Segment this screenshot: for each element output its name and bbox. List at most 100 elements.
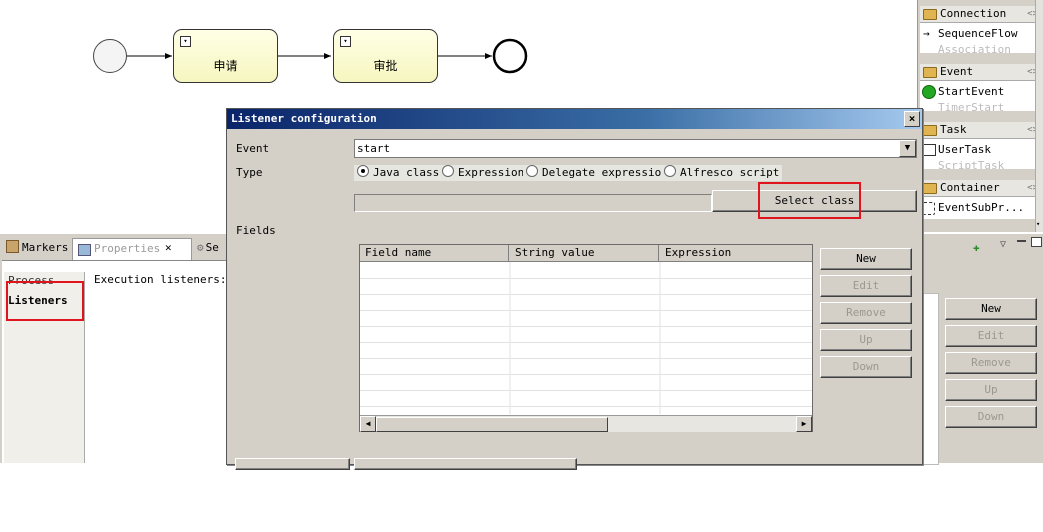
- servers-icon: ⚙: [197, 241, 204, 254]
- folder-icon: [923, 125, 937, 136]
- palette-item-startevent[interactable]: StartEvent: [920, 81, 1042, 103]
- palette-section-event[interactable]: Event <> StartEvent TimerStart: [920, 64, 1042, 111]
- dialog-title: Listener configuration: [231, 112, 377, 125]
- view-menu-icon[interactable]: ▽: [1000, 239, 1006, 250]
- palette-item-label: Association: [938, 45, 1011, 53]
- field-up-button[interactable]: Up: [820, 329, 912, 351]
- subprocess-icon: [922, 202, 935, 215]
- horizontal-scrollbar[interactable]: ◀ ▶: [360, 415, 812, 432]
- scroll-down-icon[interactable]: ▾: [1036, 220, 1040, 228]
- palette-section-task[interactable]: Task <> UserTask ScriptTask: [920, 122, 1042, 169]
- palette-section-label: Container: [940, 181, 1000, 194]
- tab-servers[interactable]: ⚙ Se: [197, 238, 219, 258]
- user-task-icon: ▾: [340, 36, 351, 47]
- listener-up-button[interactable]: Up: [945, 379, 1037, 401]
- field-remove-button[interactable]: Remove: [820, 302, 912, 324]
- tab-markers[interactable]: Markers: [6, 238, 68, 258]
- event-select[interactable]: start ▼: [354, 139, 917, 158]
- radio-java-class[interactable]: Java class: [354, 165, 443, 181]
- radio-label: Expression: [458, 166, 525, 179]
- task-label: 审批: [373, 59, 398, 73]
- palette-item-label: UserTask: [938, 143, 991, 156]
- column-header-field-name[interactable]: Field name: [360, 245, 509, 261]
- start-event-icon: [922, 85, 936, 99]
- user-task-apply[interactable]: ▾ 申请: [173, 29, 278, 83]
- palette: Connection <> → SequenceFlow Association E…: [917, 0, 1043, 232]
- palette-item-faded: ScriptTask: [920, 161, 1042, 169]
- markers-icon: [6, 240, 19, 253]
- folder-icon: [923, 67, 937, 78]
- palette-item-label: EventSubPr...: [938, 201, 1025, 214]
- radio-expression[interactable]: Expression: [439, 165, 528, 181]
- field-down-button[interactable]: Down: [820, 356, 912, 378]
- minimize-icon[interactable]: [1017, 240, 1026, 242]
- execution-listeners-label: Execution listeners:: [94, 273, 227, 286]
- radio-icon: [442, 165, 454, 177]
- close-tab-icon[interactable]: ✕: [165, 241, 172, 254]
- properties-icon: [78, 244, 91, 256]
- palette-section-label: Event: [940, 65, 974, 78]
- tab-servers-label: Se: [205, 241, 219, 254]
- palette-section-container[interactable]: Container <> EventSubPr...: [920, 180, 1042, 219]
- end-event[interactable]: [492, 38, 528, 74]
- scroll-thumb[interactable]: [376, 417, 608, 432]
- palette-section-label: Connection: [940, 7, 1007, 20]
- folder-icon: [923, 9, 937, 20]
- radio-alfresco-script[interactable]: Alfresco script: [661, 165, 783, 181]
- table-gridlines: [360, 262, 812, 414]
- fields-table[interactable]: Field name String value Expression ◀ ▶: [359, 244, 813, 432]
- tab-properties[interactable]: Properties ✕: [72, 238, 192, 260]
- user-task-icon: ▾: [180, 36, 191, 47]
- palette-scrollbar[interactable]: ▾: [1035, 0, 1043, 232]
- tab-properties-label: Properties: [94, 242, 161, 255]
- highlight-listeners: [6, 281, 84, 321]
- radio-label: Delegate expression: [542, 166, 668, 179]
- event-select-value: start: [357, 142, 391, 155]
- type-label: Type: [236, 166, 263, 179]
- listener-new-button[interactable]: New: [945, 298, 1037, 320]
- palette-section-connection[interactable]: Connection <> → SequenceFlow Association: [920, 6, 1042, 53]
- user-task-icon: [923, 144, 936, 156]
- palette-section-label: Task: [940, 123, 967, 136]
- right-table-edge: [921, 293, 939, 465]
- palette-item-faded: Association: [920, 45, 1042, 53]
- scroll-right-icon[interactable]: ▶: [796, 416, 812, 432]
- listener-configuration-dialog: Listener configuration × Event start ▼ T…: [226, 108, 923, 470]
- close-icon[interactable]: ×: [904, 111, 920, 127]
- palette-item-label: SequenceFlow: [938, 27, 1018, 40]
- palette-item-eventsubprocess[interactable]: EventSubPr...: [920, 197, 1042, 219]
- fields-label: Fields: [236, 224, 276, 237]
- palette-item-label: ScriptTask: [938, 161, 1005, 169]
- listener-remove-button[interactable]: Remove: [945, 352, 1037, 374]
- tab-markers-label: Markers: [22, 241, 69, 254]
- palette-item-faded: TimerStart: [920, 103, 1042, 111]
- radio-label: Java class: [373, 166, 440, 179]
- radio-icon: [664, 165, 676, 177]
- event-label: Event: [236, 142, 270, 155]
- radio-icon: [526, 165, 538, 177]
- palette-item-sequenceflow[interactable]: → SequenceFlow: [920, 23, 1042, 45]
- dialog-ok-button[interactable]: [235, 458, 350, 470]
- pin-icon[interactable]: ✚: [973, 241, 980, 254]
- start-event[interactable]: [93, 39, 127, 73]
- column-header-expression[interactable]: Expression: [660, 245, 812, 261]
- dialog-cancel-button[interactable]: [354, 458, 577, 470]
- folder-icon: [923, 183, 937, 194]
- scroll-left-icon[interactable]: ◀: [360, 416, 376, 432]
- class-name-field[interactable]: [354, 194, 712, 212]
- user-task-approve[interactable]: ▾ 审批: [333, 29, 438, 83]
- palette-item-label: StartEvent: [938, 85, 1005, 98]
- chevron-down-icon[interactable]: ▼: [899, 140, 916, 157]
- column-header-string-value[interactable]: String value: [510, 245, 659, 261]
- palette-item-label: TimerStart: [938, 103, 1005, 111]
- radio-icon: [357, 165, 369, 177]
- radio-delegate-expression[interactable]: Delegate expression: [523, 165, 671, 181]
- listener-down-button[interactable]: Down: [945, 406, 1037, 428]
- maximize-icon[interactable]: [1031, 237, 1042, 247]
- listener-edit-button[interactable]: Edit: [945, 325, 1037, 347]
- field-new-button[interactable]: New: [820, 248, 912, 270]
- task-label: 申请: [213, 59, 238, 73]
- palette-item-usertask[interactable]: UserTask: [920, 139, 1042, 161]
- field-edit-button[interactable]: Edit: [820, 275, 912, 297]
- dialog-titlebar[interactable]: Listener configuration ×: [227, 109, 922, 129]
